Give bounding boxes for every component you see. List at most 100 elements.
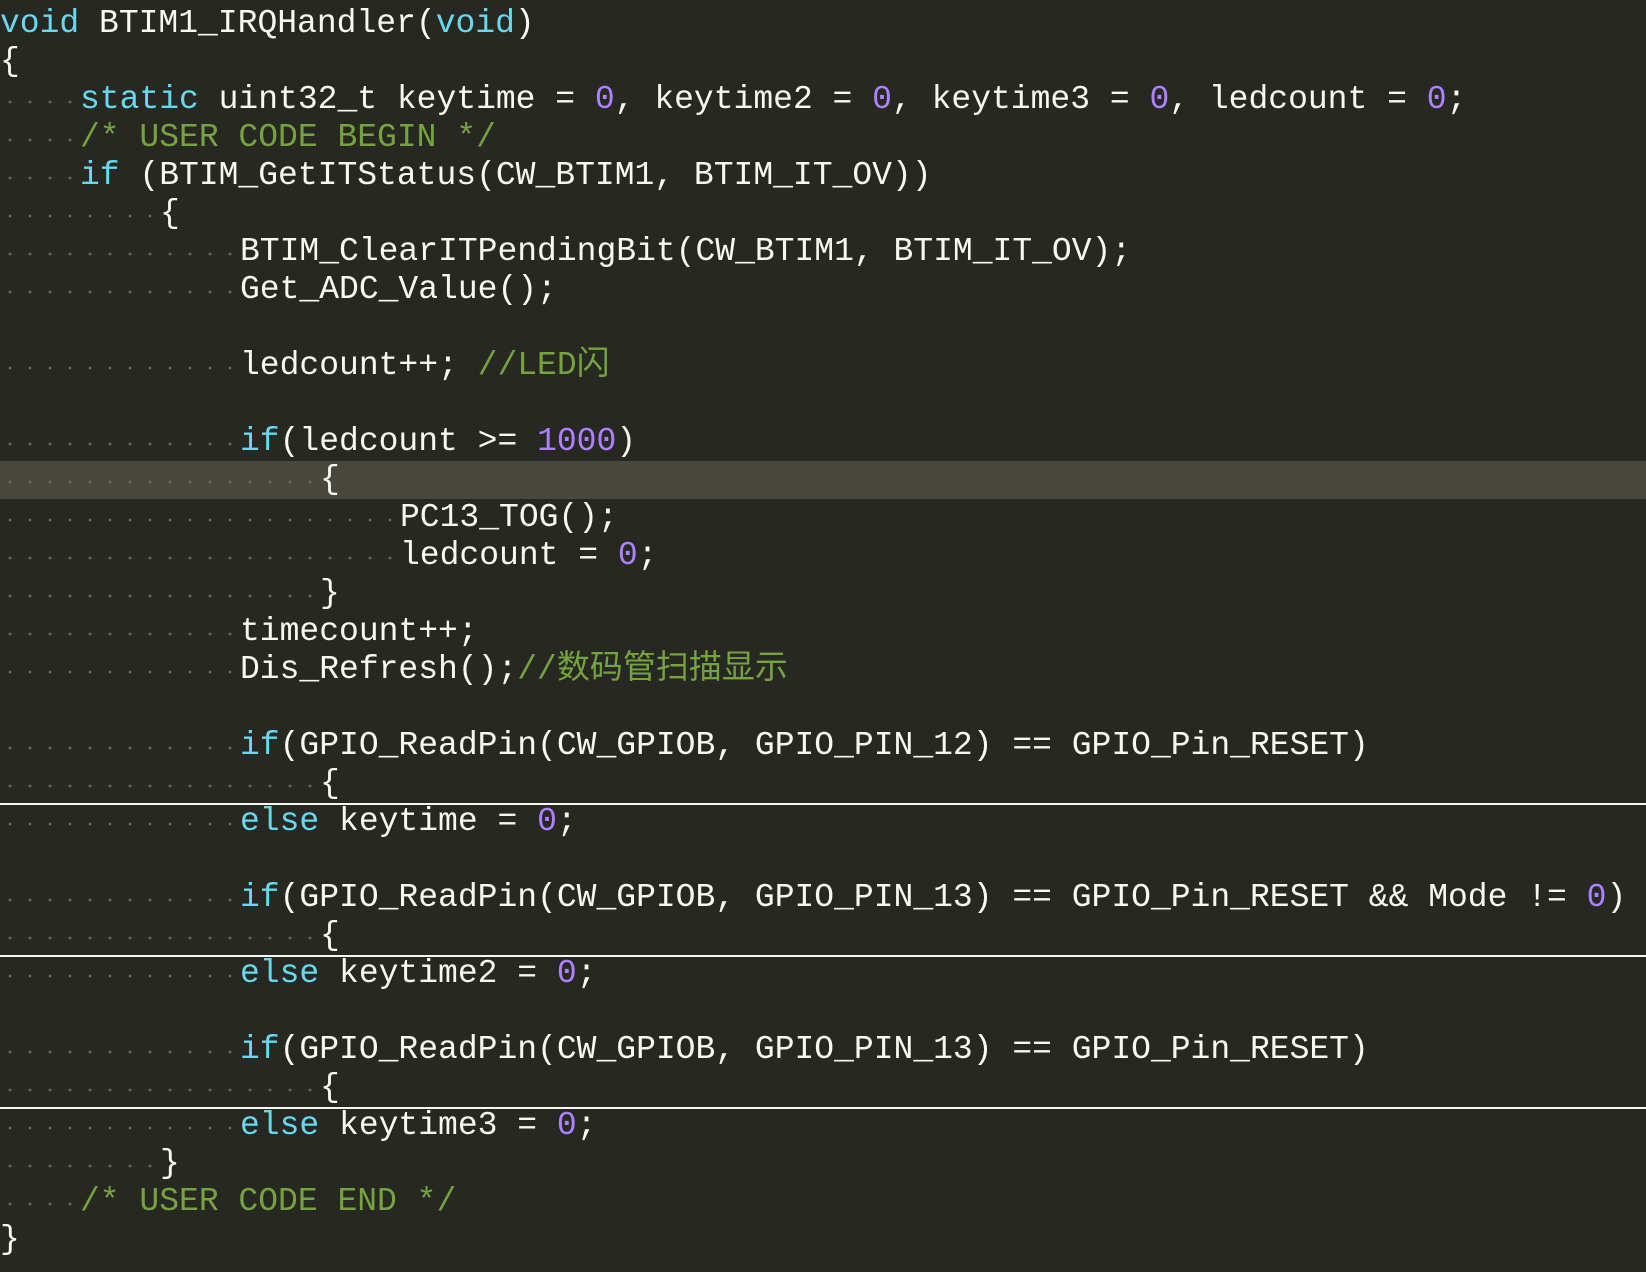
code-line[interactable]: if(GPIO_ReadPin(CW_GPIOB, GPIO_PIN_12) =… [0,727,1646,765]
code-token: static [80,81,199,118]
code-token: (GPIO_ReadPin(CW_GPIOB, GPIO_PIN_12) == … [279,727,1369,764]
indent-whitespace [0,575,320,613]
code-line[interactable]: } [0,1221,1646,1259]
code-line[interactable] [0,993,1646,1031]
indent-whitespace [0,423,240,461]
code-line[interactable] [0,689,1646,727]
code-token: timecount++; [240,613,478,650]
indent-whitespace [0,119,80,157]
code-token: //数码管扫描显示 [517,651,788,688]
code-token: , ledcount = [1169,81,1427,118]
code-token: ) [616,423,637,460]
code-line[interactable]: static uint32_t keytime = 0, keytime2 = … [0,81,1646,119]
code-line[interactable]: { [0,43,1646,81]
code-token: { [320,461,340,498]
code-token: //LED闪 [477,347,610,384]
code-line[interactable]: else keytime = 0; [0,803,1646,841]
code-token: else [240,1107,320,1144]
code-token: 0 [1149,81,1170,118]
code-token: if [240,727,280,764]
indent-whitespace [0,1145,160,1183]
code-line[interactable]: { [0,1069,1646,1109]
code-token: , keytime3 = [891,81,1150,118]
code-line[interactable]: ledcount++; //LED闪 [0,347,1646,385]
code-token: ; [556,803,577,840]
code-token: ledcount = [400,537,618,574]
code-line[interactable]: Dis_Refresh();//数码管扫描显示 [0,651,1646,689]
indent-whitespace [0,803,240,841]
code-token: else [240,955,320,992]
code-line[interactable]: /* USER CODE END */ [0,1183,1646,1221]
code-token: 0 [537,803,557,840]
code-token: /* USER CODE BEGIN */ [80,119,496,156]
code-token: keytime2 = [319,955,557,992]
code-line[interactable]: else keytime3 = 0; [0,1107,1646,1145]
indent-whitespace [0,1107,240,1145]
indent-whitespace [0,917,320,955]
code-token: void [0,5,80,42]
code-token: ; [637,537,658,574]
code-token: 0 [594,81,615,118]
indent-whitespace [0,1183,80,1221]
code-token: else [240,803,320,840]
code-token: { [0,43,20,80]
code-line[interactable]: BTIM_ClearITPendingBit(CW_BTIM1, BTIM_IT… [0,233,1646,271]
code-token: keytime = [319,803,538,840]
indent-whitespace [0,271,240,309]
code-line[interactable]: else keytime2 = 0; [0,955,1646,993]
code-token: ) [514,5,535,42]
code-token: Get_ADC_Value(); [240,271,557,308]
code-token: if [240,1031,280,1068]
code-token: void [435,5,515,42]
code-token: ; [576,1107,597,1144]
indent-whitespace [0,499,400,537]
code-token: if [80,157,120,194]
code-token: { [320,917,340,954]
code-editor[interactable]: void BTIM1_IRQHandler(void){static uint3… [0,0,1646,1272]
code-token: BTIM_ClearITPendingBit(CW_BTIM1, BTIM_IT… [240,233,1132,270]
code-token: { [160,195,180,232]
code-token: 0 [1586,879,1607,916]
indent-whitespace [0,1069,320,1107]
code-line[interactable]: PC13_TOG(); [0,499,1646,537]
code-token: (GPIO_ReadPin(CW_GPIOB, GPIO_PIN_13) == … [279,879,1587,916]
code-token: } [0,1221,20,1258]
code-line[interactable]: void BTIM1_IRQHandler(void) [0,5,1646,43]
code-line[interactable]: timecount++; [0,613,1646,651]
code-line[interactable]: { [0,461,1646,499]
code-line[interactable] [0,309,1646,347]
code-token: 0 [617,537,638,574]
indent-whitespace [0,233,240,271]
code-token: 1000 [537,423,617,460]
code-token: (GPIO_ReadPin(CW_GPIOB, GPIO_PIN_13) == … [279,1031,1369,1068]
code-token: ledcount++; [240,347,478,384]
code-line[interactable]: /* USER CODE BEGIN */ [0,119,1646,157]
code-token: BTIM1_IRQHandler( [79,5,436,42]
code-line[interactable]: ledcount = 0; [0,537,1646,575]
code-token: 0 [556,955,577,992]
indent-whitespace [0,157,80,195]
code-line[interactable] [0,841,1646,879]
code-token: if [240,879,280,916]
code-line[interactable]: if (BTIM_GetITStatus(CW_BTIM1, BTIM_IT_O… [0,157,1646,195]
code-token: } [160,1145,180,1182]
code-line[interactable]: } [0,575,1646,613]
code-token: (BTIM_GetITStatus(CW_BTIM1, BTIM_IT_OV)) [119,157,932,194]
code-line[interactable]: { [0,917,1646,957]
code-line[interactable]: Get_ADC_Value(); [0,271,1646,309]
code-token: /* USER CODE END */ [80,1183,457,1220]
indent-whitespace [0,613,240,651]
code-line[interactable]: } [0,1145,1646,1183]
code-line[interactable]: { [0,765,1646,805]
code-line[interactable]: if(GPIO_ReadPin(CW_GPIOB, GPIO_PIN_13) =… [0,879,1646,917]
code-token: 0 [556,1107,577,1144]
code-token: Dis_Refresh(); [240,651,518,688]
code-line[interactable] [0,385,1646,423]
indent-whitespace [0,461,320,499]
code-token: (ledcount >= [279,423,538,460]
code-line[interactable]: if(ledcount >= 1000) [0,423,1646,461]
code-token: { [320,1069,340,1106]
indent-whitespace [0,879,240,917]
code-line[interactable]: if(GPIO_ReadPin(CW_GPIOB, GPIO_PIN_13) =… [0,1031,1646,1069]
code-line[interactable]: { [0,195,1646,233]
